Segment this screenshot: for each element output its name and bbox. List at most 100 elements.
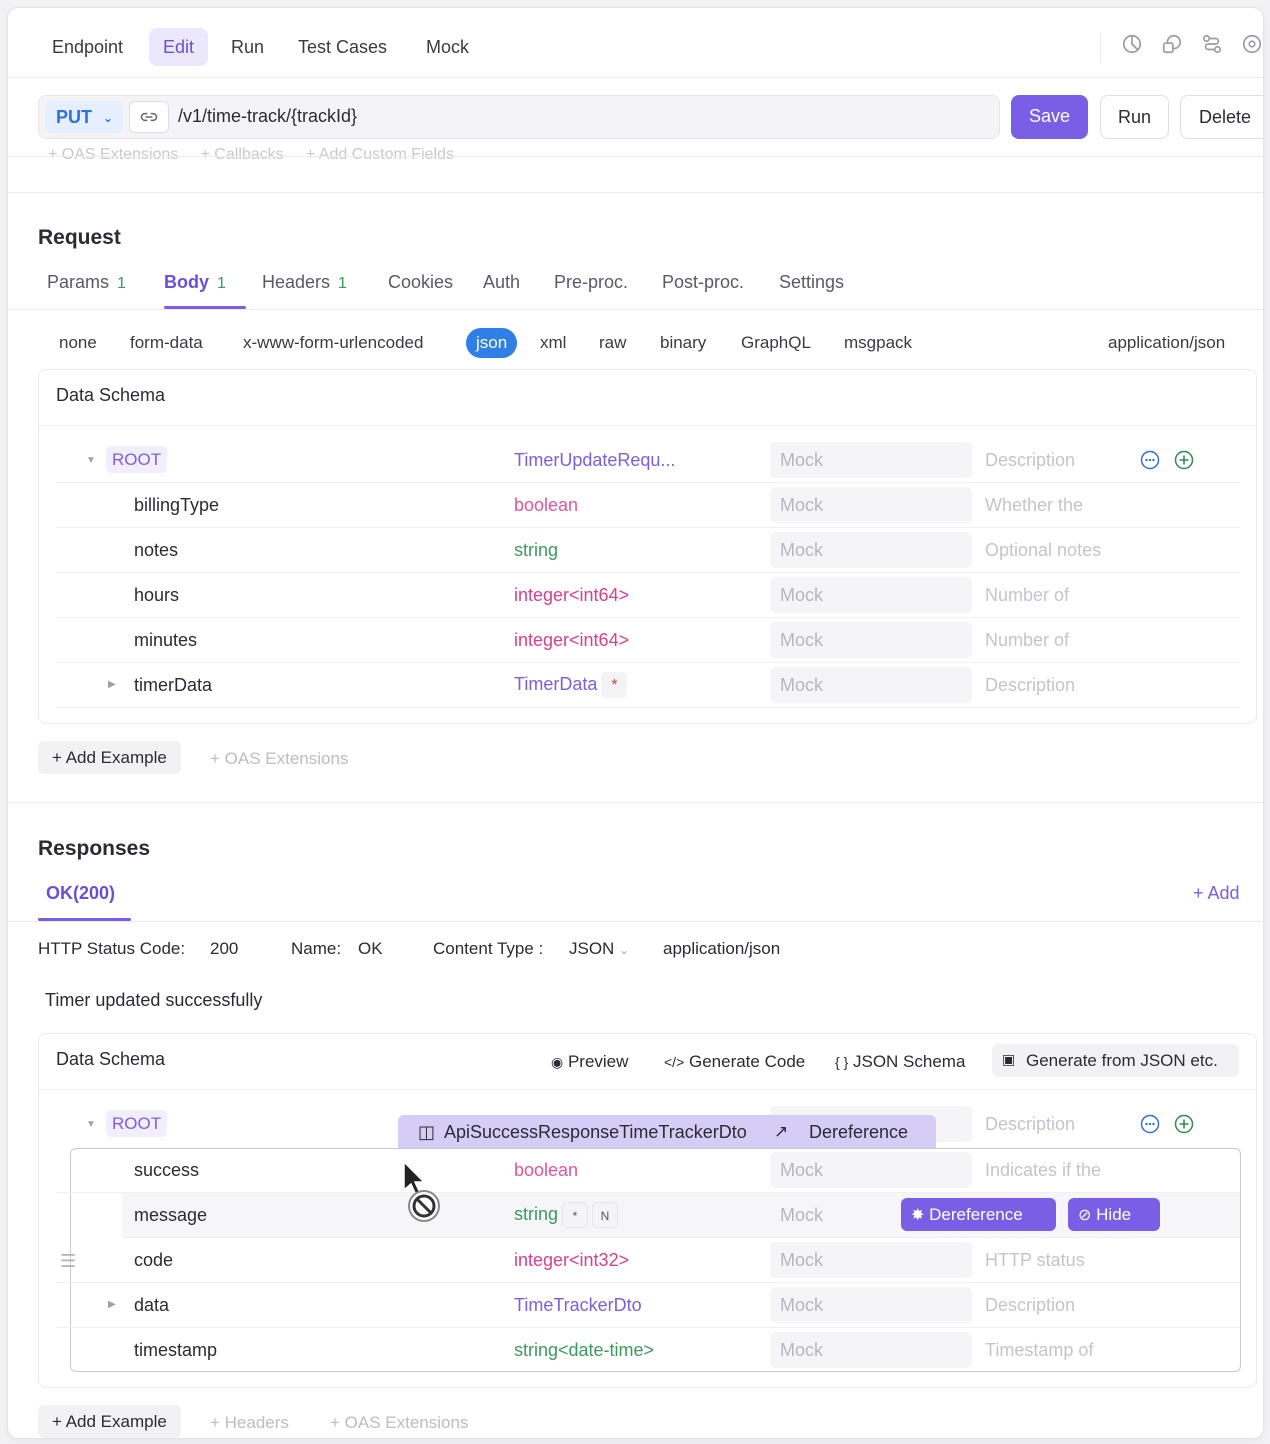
description-input[interactable]: HTTP status [985, 1250, 1085, 1271]
type-name[interactable]: string [514, 1204, 558, 1224]
description-input[interactable]: Number of [985, 585, 1069, 606]
more-options-icon[interactable] [1140, 1114, 1160, 1134]
field-name[interactable]: data [134, 1295, 169, 1316]
description-input[interactable]: Description [985, 1114, 1075, 1135]
caret-down-icon[interactable]: ▼ [86, 455, 96, 466]
schema-field-row[interactable]: notes string Mock Optional notes [56, 528, 1240, 573]
field-name[interactable]: minutes [134, 630, 197, 651]
tab-endpoint[interactable]: Endpoint [38, 28, 137, 66]
mock-input[interactable]: Mock [770, 1287, 972, 1323]
field-name[interactable]: notes [134, 540, 178, 561]
bodytype-raw[interactable]: raw [591, 328, 634, 358]
schema-field-row[interactable]: hours integer<int64> Mock Number of [56, 573, 1240, 618]
field-type[interactable]: boolean [514, 495, 578, 516]
description-input[interactable]: Description [985, 1295, 1075, 1316]
mock-input[interactable]: Mock [770, 1242, 972, 1278]
tab-headers[interactable]: Headers 1 [262, 272, 347, 293]
generate-code-button[interactable]: </> Generate Code [664, 1052, 805, 1072]
dereference-button[interactable]: ✸ Dereference [901, 1198, 1056, 1231]
settings-icon[interactable] [1241, 33, 1263, 55]
add-example-button[interactable]: + Add Example [38, 741, 181, 774]
tab-settings[interactable]: Settings [779, 272, 844, 293]
status-code-value[interactable]: 200 [210, 939, 238, 959]
tab-body[interactable]: Body 1 [164, 272, 226, 293]
schema-field-row[interactable]: code integer<int32> Mock HTTP status [56, 1238, 1240, 1283]
schema-root-row[interactable]: ▼ ROOT TimerUpdateRequ... Mock Descripti… [56, 438, 1240, 483]
field-type[interactable]: integer<int64> [514, 630, 629, 651]
tab-cookies[interactable]: Cookies [388, 272, 453, 293]
add-field-icon[interactable] [1174, 1114, 1194, 1134]
mock-input[interactable]: Mock [770, 1332, 972, 1368]
save-button[interactable]: Save [1011, 95, 1088, 139]
description-input[interactable]: Timestamp of [985, 1340, 1093, 1361]
schema-field-row[interactable]: success boolean Mock Indicates if the [56, 1148, 1240, 1193]
dereference-label[interactable]: Dereference [809, 1115, 908, 1149]
required-marker[interactable]: * [601, 672, 628, 698]
content-type-select[interactable]: JSON ⌄ [569, 939, 629, 959]
field-type[interactable]: boolean [514, 1160, 578, 1181]
shapes-icon[interactable] [1161, 33, 1183, 55]
mock-input[interactable]: Mock [770, 532, 972, 568]
oas-extensions-button[interactable]: + OAS Extensions [210, 749, 348, 769]
route-icon[interactable] [1201, 33, 1223, 55]
schema-field-row[interactable]: billingType boolean Mock Whether the [56, 483, 1240, 528]
tab-edit[interactable]: Edit [149, 28, 209, 66]
mock-input[interactable]: Mock [770, 442, 972, 478]
description-input[interactable]: Optional notes [985, 540, 1101, 561]
description-input[interactable]: Indicates if the [985, 1160, 1101, 1181]
bodytype-urlencoded[interactable]: x-www-form-urlencoded [235, 328, 431, 358]
field-name[interactable]: code [134, 1250, 173, 1271]
description-input[interactable]: Description [985, 450, 1075, 471]
schema-field-row[interactable]: timestamp string<date-time> Mock Timesta… [56, 1328, 1240, 1373]
content-type-label[interactable]: application/json [1100, 328, 1233, 358]
field-name[interactable]: hours [134, 585, 179, 606]
tab-mock[interactable]: Mock [412, 28, 483, 66]
field-name[interactable]: billingType [134, 495, 219, 516]
bodytype-xml[interactable]: xml [532, 328, 574, 358]
drag-ref-preview[interactable]: ◫ ApiSuccessResponseTimeTrackerDto ↗ Der… [398, 1115, 936, 1149]
description-input[interactable]: Whether the [985, 495, 1083, 516]
field-type[interactable]: integer<int32> [514, 1250, 629, 1271]
bodytype-none[interactable]: none [51, 328, 105, 358]
caret-down-icon[interactable]: ▼ [86, 1119, 96, 1130]
nullable-chip[interactable]: N [592, 1202, 619, 1228]
field-type[interactable]: string * N [514, 1202, 619, 1228]
tab-test-cases[interactable]: Test Cases [284, 28, 401, 66]
tab-auth[interactable]: Auth [483, 272, 520, 293]
run-button[interactable]: Run [1100, 95, 1169, 139]
mock-input[interactable]: Mock [770, 577, 972, 613]
bodytype-msgpack[interactable]: msgpack [836, 328, 920, 358]
description-input[interactable]: Number of [985, 630, 1069, 651]
method-select[interactable]: PUT ⌄ [45, 101, 123, 133]
mock-input[interactable]: Mock [770, 622, 972, 658]
preview-button[interactable]: ◉ Preview [551, 1052, 628, 1072]
more-options-icon[interactable] [1140, 450, 1160, 470]
content-type-mime[interactable]: application/json [663, 939, 780, 959]
field-type[interactable]: TimeTrackerDto [514, 1295, 642, 1316]
bodytype-binary[interactable]: binary [652, 328, 714, 358]
schema-field-row[interactable]: ▶ timerData TimerData * Mock Description [56, 663, 1240, 708]
tab-ok-200[interactable]: OK(200) [46, 883, 115, 904]
response-description[interactable]: Timer updated successfully [45, 990, 262, 1011]
link-button[interactable] [129, 101, 169, 133]
url-path-input[interactable]: /v1/time-track/{trackId} [178, 106, 357, 127]
hide-button[interactable]: ⊘ Hide [1068, 1198, 1160, 1231]
tab-pre-proc[interactable]: Pre-proc. [554, 272, 628, 293]
mock-input[interactable]: Mock [770, 1152, 972, 1188]
add-response-button[interactable]: + Add [1193, 883, 1240, 904]
tab-run[interactable]: Run [217, 28, 278, 66]
caret-right-icon[interactable]: ▶ [108, 679, 116, 690]
tab-params[interactable]: Params 1 [47, 272, 126, 293]
field-type[interactable]: string<date-time> [514, 1340, 654, 1361]
generate-from-json-button[interactable]: ▣ Generate from JSON etc. [992, 1044, 1239, 1077]
field-type[interactable]: string [514, 540, 558, 561]
delete-button[interactable]: Delete [1180, 95, 1263, 139]
oas-extensions-button[interactable]: + OAS Extensions [330, 1413, 468, 1433]
bodytype-json[interactable]: json [466, 328, 518, 358]
schema-field-row[interactable]: ▶ data TimeTrackerDto Mock Description [56, 1283, 1240, 1328]
field-type[interactable]: integer<int64> [514, 585, 629, 606]
add-example-button[interactable]: + Add Example [38, 1405, 181, 1438]
mock-input[interactable]: Mock [770, 667, 972, 703]
add-field-icon[interactable] [1174, 450, 1194, 470]
field-name[interactable]: message [134, 1205, 207, 1226]
